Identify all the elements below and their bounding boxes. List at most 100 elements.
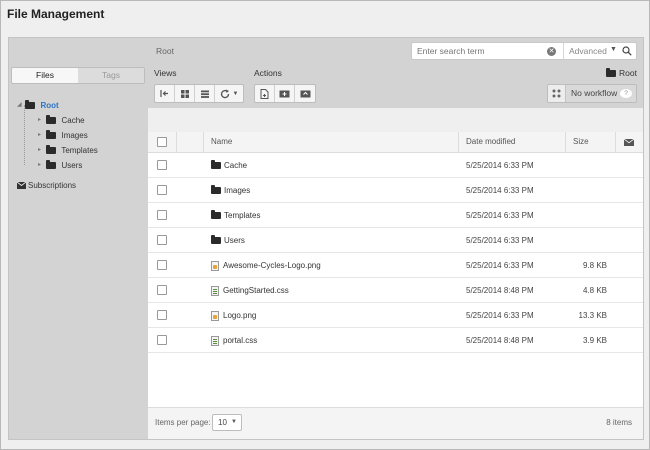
column-divider [203, 132, 204, 153]
expand-caret-icon[interactable]: ▸ [38, 143, 44, 158]
select-all-checkbox[interactable] [157, 137, 167, 147]
toolbar-spacer [148, 108, 643, 132]
column-divider [176, 132, 177, 153]
file-name-cell: Images [211, 178, 250, 203]
parent-folder-button[interactable] [155, 85, 175, 102]
column-header-name[interactable]: Name [211, 132, 232, 152]
list-view-icon [200, 90, 209, 98]
column-divider [615, 132, 616, 153]
file-name[interactable]: portal.css [223, 336, 257, 345]
column-header-size[interactable]: Size [573, 132, 589, 152]
search-divider [563, 43, 564, 59]
row-checkbox[interactable] [157, 335, 167, 345]
file-name-cell: GettingStarted.css [211, 278, 289, 303]
date-cell: 5/25/2014 8:48 PM [466, 336, 534, 345]
tree-item-users[interactable]: ▸ Users [17, 158, 98, 173]
expand-caret-icon[interactable]: ▸ [38, 128, 44, 143]
tree-item-label: Templates [61, 146, 98, 155]
size-cell: 9.8 KB [582, 261, 607, 270]
views-button-group: ▼ [154, 84, 244, 103]
table-row[interactable]: Cache 5/25/2014 6:33 PM [148, 153, 643, 178]
file-name[interactable]: Logo.png [223, 311, 256, 320]
stylesheet-file-icon [211, 285, 219, 296]
row-checkbox[interactable] [157, 260, 167, 270]
tree-item-images[interactable]: ▸ Images [17, 128, 98, 143]
column-divider [458, 132, 459, 153]
refresh-dropdown-button[interactable]: ▼ [215, 85, 243, 102]
expand-caret-icon[interactable]: ▸ [38, 158, 44, 173]
row-checkbox[interactable] [157, 285, 167, 295]
tab-tags[interactable]: Tags [78, 68, 144, 83]
window-frame: File Management Files Tags ◢ Root ▸ Cach… [0, 0, 650, 450]
folder-tree: ◢ Root ▸ Cache ▸ Images ▸ Templates ▸ Us… [17, 98, 98, 173]
advanced-search-toggle[interactable]: Advanced [569, 45, 607, 57]
folder-icon [211, 210, 221, 220]
table-row[interactable]: portal.css 5/25/2014 8:48 PM 3.9 KB [148, 328, 643, 353]
items-per-page-value: 10 [218, 418, 227, 427]
date-cell: 5/25/2014 8:48 PM [466, 286, 534, 295]
chevron-down-icon[interactable]: ▼ [610, 46, 617, 53]
file-name-cell: Users [211, 228, 245, 253]
column-divider [565, 132, 566, 153]
table-row[interactable]: Images 5/25/2014 6:33 PM [148, 178, 643, 203]
current-folder-label: Root [619, 68, 637, 78]
row-checkbox[interactable] [157, 160, 167, 170]
size-cell: 3.9 KB [582, 336, 607, 345]
file-name[interactable]: Awesome-Cycles-Logo.png [223, 261, 321, 270]
tree-item-label: Cache [61, 116, 85, 125]
table-row[interactable]: GettingStarted.css 5/25/2014 8:48 PM 4.8… [148, 278, 643, 303]
table-row[interactable]: Logo.png 5/25/2014 6:33 PM 13.3 KB [148, 303, 643, 328]
views-label: Views [154, 68, 177, 78]
items-per-page-select[interactable]: 10 ▼ [212, 414, 242, 431]
page-title: File Management [7, 7, 105, 21]
collapse-caret-icon[interactable]: ◢ [17, 98, 23, 113]
subscriptions-label: Subscriptions [28, 181, 77, 190]
workflow-icon [548, 85, 566, 102]
table-row[interactable]: Awesome-Cycles-Logo.png 5/25/2014 6:33 P… [148, 253, 643, 278]
tree-item-templates[interactable]: ▸ Templates [17, 143, 98, 158]
workflow-selector[interactable]: No workflow ? [547, 84, 637, 103]
chevron-down-icon: ▼ [232, 90, 239, 97]
file-name[interactable]: Users [224, 236, 245, 245]
file-name-cell: Awesome-Cycles-Logo.png [211, 253, 321, 278]
folder-icon [211, 235, 221, 245]
upload-button[interactable] [295, 85, 315, 102]
file-name[interactable]: Images [224, 186, 250, 195]
tree-item-cache[interactable]: ▸ Cache [17, 113, 98, 128]
image-file-icon [211, 310, 219, 321]
file-name-cell: Cache [211, 153, 247, 178]
new-file-button[interactable] [255, 85, 275, 102]
date-cell: 5/25/2014 6:33 PM [466, 186, 534, 195]
subscriptions-link[interactable]: Subscriptions [16, 181, 77, 190]
new-folder-button[interactable] [275, 85, 295, 102]
file-name[interactable]: Cache [224, 161, 247, 170]
envelope-icon[interactable] [624, 139, 634, 146]
tree-item-root[interactable]: ◢ Root [17, 98, 98, 113]
row-checkbox[interactable] [157, 235, 167, 245]
parent-folder-icon [159, 90, 168, 97]
file-name-cell: portal.css [211, 328, 257, 353]
size-cell: 13.3 KB [578, 311, 607, 320]
file-name[interactable]: GettingStarted.css [223, 286, 289, 295]
table-row[interactable]: Templates 5/25/2014 6:33 PM [148, 203, 643, 228]
clear-search-icon[interactable]: ✕ [547, 47, 556, 56]
list-view-button[interactable] [195, 85, 215, 102]
row-checkbox[interactable] [157, 310, 167, 320]
table-row[interactable]: Users 5/25/2014 6:33 PM [148, 228, 643, 253]
tree-item-label: Root [40, 101, 59, 110]
row-checkbox[interactable] [157, 210, 167, 220]
actions-button-group [254, 84, 316, 103]
info-icon[interactable]: ? [620, 89, 632, 98]
breadcrumb[interactable]: Root [156, 46, 174, 56]
folder-icon [46, 115, 57, 125]
file-name[interactable]: Templates [224, 211, 260, 220]
actions-label: Actions [254, 68, 282, 78]
file-name-cell: Templates [211, 203, 260, 228]
column-header-date[interactable]: Date modified [466, 132, 515, 152]
search-icon[interactable] [622, 46, 632, 56]
tile-view-button[interactable] [175, 85, 195, 102]
expand-caret-icon[interactable]: ▸ [38, 113, 44, 128]
row-checkbox[interactable] [157, 185, 167, 195]
tab-files[interactable]: Files [12, 68, 78, 83]
search-input[interactable] [417, 45, 543, 57]
